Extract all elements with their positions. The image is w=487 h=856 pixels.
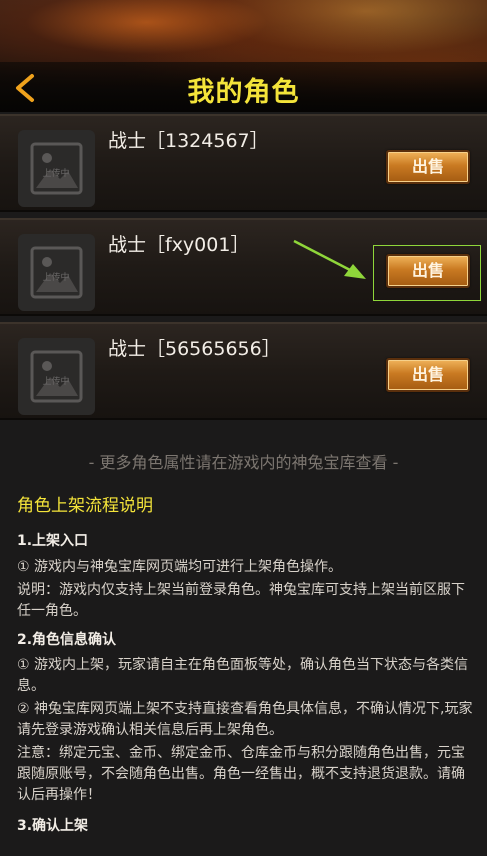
thumb-caption: 上传中 <box>42 167 69 179</box>
guide-notes: 1.上架入口 ① 游戏内与神兔宝库网页端均可进行上架角色操作。 说明：游戏内仅支… <box>17 527 475 836</box>
thumb-caption: 上传中 <box>42 375 69 387</box>
note-line: ① 游戏内上架，玩家请自主在角色面板等处，确认角色当下状态与各类信息。 <box>17 657 468 694</box>
note-line: ① 游戏内与神兔宝库网页端均可进行上架角色操作。 <box>17 559 342 575</box>
page-title: 我的角色 <box>187 77 300 108</box>
image-placeholder-icon: 上传中 <box>30 246 83 299</box>
info-tip: - 更多角色属性请在游戏内的神兔宝库查看 - <box>88 453 399 472</box>
note-line: 注意：绑定元宝、金币、绑定金币、仓库金币与积分跟随角色出售，元宝跟随原账号，不会… <box>17 745 465 803</box>
role-card: 上传中 战士［fxy001］ 出售 <box>0 218 487 316</box>
thumb-caption: 上传中 <box>42 271 69 283</box>
role-name: 战士［1324567］ <box>108 130 269 152</box>
role-thumbnail: 上传中 <box>18 234 95 311</box>
role-card: 上传中 战士［56565656］ 出售 <box>0 322 487 420</box>
role-thumbnail: 上传中 <box>18 338 95 415</box>
pointer-arrow-icon <box>293 239 366 279</box>
role-name: 战士［fxy001］ <box>108 234 250 256</box>
section-heading: 3.确认上架 <box>17 818 89 834</box>
image-placeholder-icon: 上传中 <box>30 350 83 403</box>
header-banner: 我的角色 <box>0 0 487 112</box>
note-line: 说明：游戏内仅支持上架当前登录角色。神兔宝库可支持上架当前区服下任一角色。 <box>17 582 465 619</box>
guide-title: 角色上架流程说明 <box>17 496 153 516</box>
role-thumbnail: 上传中 <box>18 130 95 207</box>
role-name: 战士［56565656］ <box>108 338 281 360</box>
sell-button[interactable]: 出售 <box>386 254 470 288</box>
section-heading: 1.上架入口 <box>17 533 89 549</box>
image-placeholder-icon: 上传中 <box>30 142 83 195</box>
sell-button[interactable]: 出售 <box>386 358 470 392</box>
role-card: 上传中 战士［1324567］ 出售 <box>0 114 487 212</box>
sell-button[interactable]: 出售 <box>386 150 470 184</box>
section-heading: 2.角色信息确认 <box>17 632 117 648</box>
note-line: ② 神兔宝库网页端上架不支持直接查看角色具体信息，不确认情况下,玩家请先登录游戏… <box>17 701 473 738</box>
